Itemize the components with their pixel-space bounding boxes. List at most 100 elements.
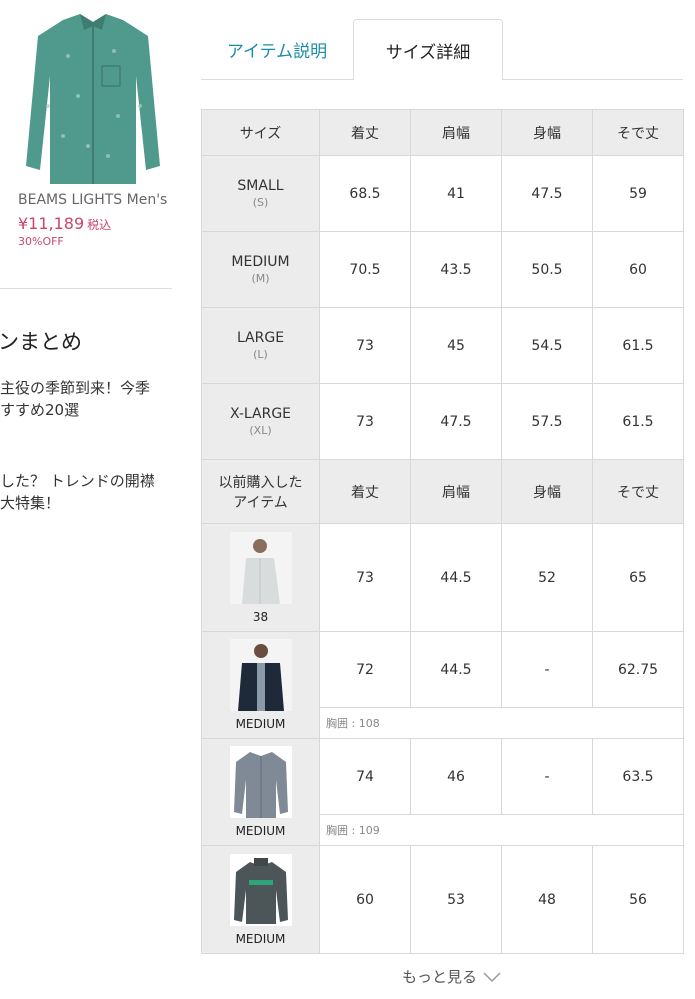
- tax-label: 税込: [87, 218, 112, 232]
- table-cell: 61.5: [592, 383, 684, 460]
- size-name: X-LARGE: [229, 406, 292, 422]
- section-headline: ンまとめ: [0, 330, 82, 354]
- product-price: ¥11,189 税込: [18, 214, 111, 233]
- table-cell: 48: [501, 845, 593, 954]
- show-more-button[interactable]: もっと見る: [402, 966, 501, 987]
- table-cell: 41: [410, 155, 502, 232]
- table-cell: 72: [319, 631, 411, 708]
- item-thumbnail[interactable]: [229, 746, 292, 818]
- purchased-item-cell[interactable]: MEDIUM: [201, 631, 320, 739]
- purchased-row: MEDIUM 60 53 48 56: [201, 845, 684, 954]
- size-code: (M): [251, 272, 270, 285]
- header-line: 以前購入した: [218, 474, 303, 491]
- discount-badge: 30%OFF: [18, 235, 64, 248]
- table-cell: 43.5: [410, 231, 502, 308]
- table-cell: -: [501, 631, 593, 708]
- size-code: (L): [253, 348, 268, 361]
- table-row: MEDIUM (M) 70.5 43.5 50.5 60: [201, 231, 684, 308]
- table-cell: -: [501, 738, 593, 815]
- header-cell: そで丈: [592, 109, 684, 156]
- tab-size-details[interactable]: サイズ詳細: [353, 19, 503, 80]
- item-thumbnail[interactable]: [229, 853, 292, 926]
- item-thumbnail[interactable]: [229, 531, 292, 604]
- purchased-row: 38 73 44.5 52 65: [201, 523, 684, 632]
- header-cell: サイズ: [201, 109, 320, 156]
- header-cell: 身幅: [501, 459, 593, 524]
- size-name: SMALL: [237, 178, 284, 194]
- table-cell: 47.5: [410, 383, 502, 460]
- item-size: MEDIUM: [235, 824, 286, 838]
- table-cell: 74: [319, 738, 411, 815]
- product-brand[interactable]: BEAMS LIGHTS Men's: [18, 192, 167, 208]
- table-cell: 59: [592, 155, 684, 232]
- table-cell: 73: [319, 383, 411, 460]
- table-cell: 53: [410, 845, 502, 954]
- article-title-line: すすめ20選: [0, 401, 80, 419]
- table-cell: 73: [319, 307, 411, 384]
- table-row: X-LARGE (XL) 73 47.5 57.5 61.5: [201, 383, 684, 460]
- show-more-label: もっと見る: [402, 968, 478, 986]
- table-cell: 60: [592, 231, 684, 308]
- header-cell: 着丈: [319, 109, 411, 156]
- item-size: MEDIUM: [235, 931, 286, 946]
- table-cell: 70.5: [319, 231, 411, 308]
- table-cell: 63.5: [592, 738, 684, 815]
- chevron-down-icon: [483, 971, 501, 982]
- header-cell: 着丈: [319, 459, 411, 524]
- chest-measurement: 胸囲 : 108: [319, 707, 684, 739]
- table-cell: 50.5: [501, 231, 593, 308]
- purchased-item-cell[interactable]: MEDIUM: [201, 845, 320, 954]
- table-cell: 62.75: [592, 631, 684, 708]
- item-size: 38: [252, 609, 269, 624]
- size-code: (S): [252, 196, 269, 209]
- table-cell: 57.5: [501, 383, 593, 460]
- table-cell: 73: [319, 523, 411, 632]
- left-column: BEAMS LIGHTS Men's ¥11,189 税込 30%OFF ンまとめ…: [0, 0, 190, 999]
- purchased-item-cell[interactable]: 38: [201, 523, 320, 632]
- purchased-row: MEDIUM 72 44.5 - 62.75: [201, 631, 684, 739]
- article-link-1[interactable]: 主役の季節到来！今季 すすめ20選: [0, 377, 150, 421]
- size-code: (XL): [249, 424, 272, 437]
- detail-tabs: アイテム説明 サイズ詳細: [201, 19, 683, 80]
- size-label-cell: MEDIUM (M): [201, 231, 320, 308]
- header-cell: 身幅: [501, 109, 593, 156]
- article-title-line: 主役の季節到来！今季: [0, 379, 151, 397]
- table-cell: 52: [501, 523, 593, 632]
- price-value: ¥11,189: [18, 214, 85, 233]
- table-cell: 65: [592, 523, 684, 632]
- table-cell: 46: [410, 738, 502, 815]
- table-cell: 45: [410, 307, 502, 384]
- header-line: アイテム: [233, 494, 288, 511]
- header-cell: 肩幅: [410, 459, 502, 524]
- size-name: MEDIUM: [231, 254, 290, 270]
- size-table: サイズ 着丈 肩幅 身幅 そで丈 SMALL (S) 68.5 41 47.5 5…: [201, 109, 684, 954]
- table-cell: 44.5: [410, 523, 502, 632]
- size-label-cell: X-LARGE (XL): [201, 383, 320, 460]
- item-thumbnail[interactable]: [229, 639, 292, 711]
- table-cell: 56: [592, 845, 684, 954]
- tab-item-description[interactable]: アイテム説明: [201, 19, 353, 79]
- size-label-cell: LARGE (L): [201, 307, 320, 384]
- table-row: LARGE (L) 73 45 54.5 61.5: [201, 307, 684, 384]
- size-label-cell: SMALL (S): [201, 155, 320, 232]
- table-cell: 68.5: [319, 155, 411, 232]
- table-row: SMALL (S) 68.5 41 47.5 59: [201, 155, 684, 232]
- divider: [0, 288, 172, 289]
- item-size: MEDIUM: [235, 717, 286, 731]
- header-cell: そで丈: [592, 459, 684, 524]
- article-link-2[interactable]: した？ トレンドの開襟 大特集！: [0, 470, 155, 514]
- article-title-line: した？ トレンドの開襟: [0, 472, 155, 490]
- header-cell: 以前購入した アイテム: [201, 459, 320, 524]
- purchased-header-row: 以前購入した アイテム 着丈 肩幅 身幅 そで丈: [201, 459, 684, 524]
- header-cell: 肩幅: [410, 109, 502, 156]
- purchased-row: MEDIUM 74 46 - 63.5: [201, 738, 684, 846]
- table-header-row: サイズ 着丈 肩幅 身幅 そで丈: [201, 109, 684, 156]
- table-cell: 60: [319, 845, 411, 954]
- size-name: LARGE: [236, 330, 285, 346]
- table-cell: 44.5: [410, 631, 502, 708]
- table-cell: 47.5: [501, 155, 593, 232]
- product-image[interactable]: [18, 6, 168, 184]
- chest-measurement: 胸囲 : 109: [319, 814, 684, 846]
- table-cell: 61.5: [592, 307, 684, 384]
- purchased-item-cell[interactable]: MEDIUM: [201, 738, 320, 846]
